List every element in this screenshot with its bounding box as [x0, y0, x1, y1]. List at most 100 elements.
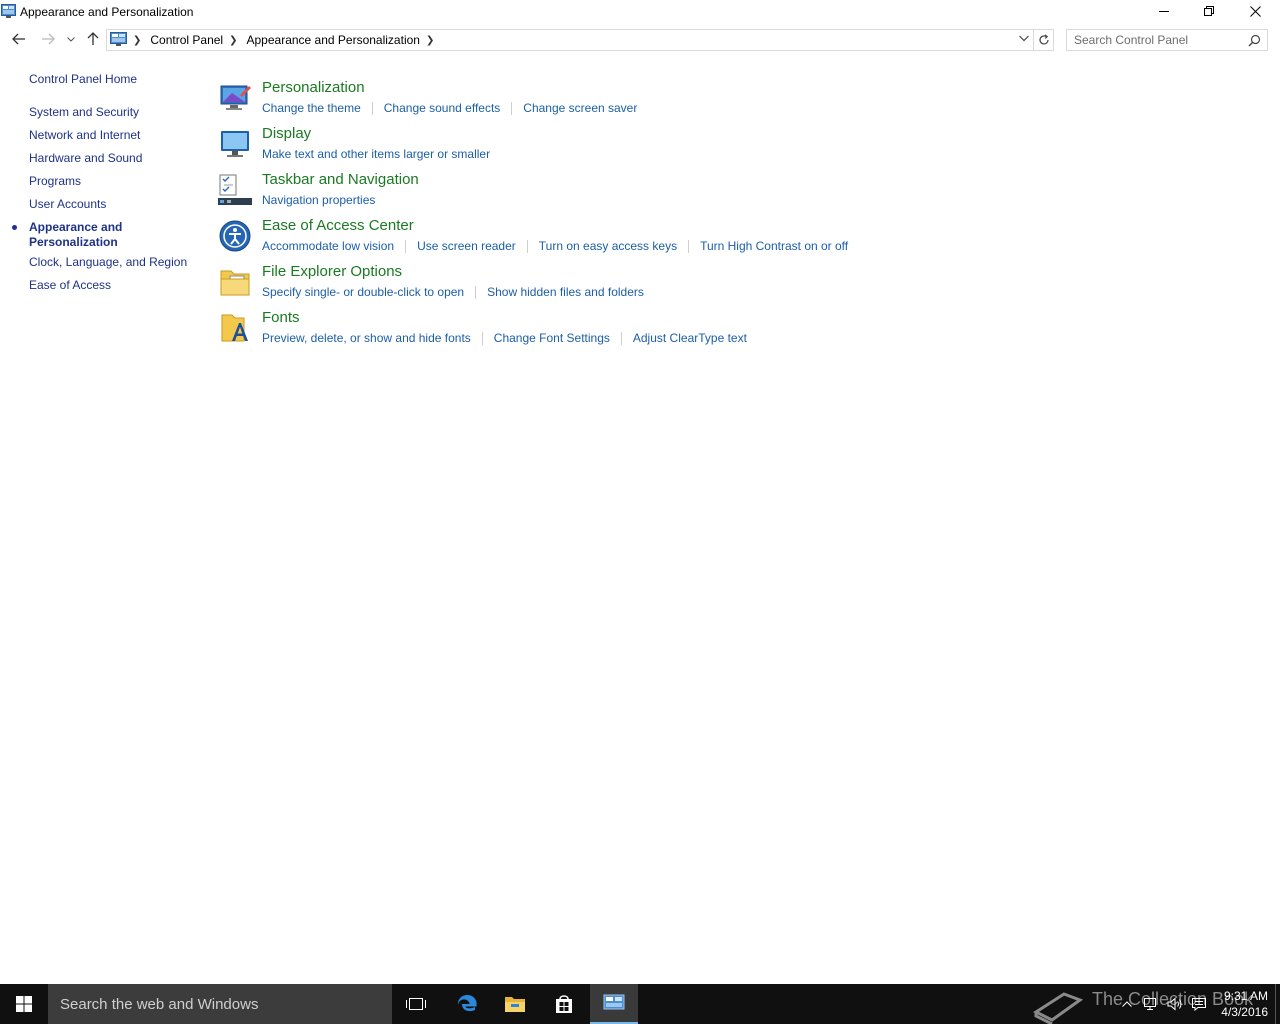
search-input[interactable]	[1067, 30, 1245, 50]
taskbar-search-box[interactable]: Search the web and Windows	[48, 984, 392, 1024]
notifications-icon	[1192, 998, 1206, 1011]
address-bar[interactable]: ❯ Control Panel ❯ Appearance and Persona…	[106, 29, 1034, 51]
store-bag-icon	[556, 995, 572, 1013]
taskbar-search-text: Search the web and Windows	[60, 996, 259, 1013]
link-divider	[405, 239, 407, 253]
back-arrow-icon	[12, 33, 25, 45]
category-taskbar-and-navigation: Taskbar and Navigation Navigation proper…	[218, 171, 918, 215]
category-title[interactable]: Display	[262, 125, 311, 142]
close-button[interactable]	[1232, 0, 1278, 22]
personalization-icon[interactable]	[218, 81, 252, 115]
folder-options-icon[interactable]	[218, 265, 252, 299]
display-icon[interactable]	[218, 127, 252, 161]
forward-arrow-icon	[42, 33, 55, 45]
windows-logo-icon	[16, 996, 32, 1012]
recent-locations-button[interactable]	[61, 28, 81, 50]
link-use-screen-reader[interactable]: Use screen reader	[417, 239, 516, 253]
taskbar-control-panel-button[interactable]	[590, 984, 638, 1024]
search-control-panel-box[interactable]	[1066, 29, 1268, 51]
fonts-icon[interactable]	[218, 311, 252, 345]
control-panel-app-icon[interactable]	[1, 4, 16, 18]
link-show-hidden-files[interactable]: Show hidden files and folders	[487, 285, 644, 299]
refresh-button[interactable]	[1034, 29, 1054, 51]
link-divider	[475, 285, 477, 299]
category-title[interactable]: Personalization	[262, 79, 365, 96]
navigation-bar: ❯ Control Panel ❯ Appearance and Persona…	[0, 28, 1280, 52]
taskbar-store-button[interactable]	[540, 984, 588, 1024]
link-preview-delete-fonts[interactable]: Preview, delete, or show and hide fonts	[262, 331, 471, 345]
link-divider	[526, 239, 528, 253]
category-links: Preview, delete, or show and hide fonts …	[262, 331, 747, 345]
close-icon	[1249, 5, 1261, 17]
current-page-bullet	[12, 225, 17, 230]
link-make-text-larger[interactable]: Make text and other items larger or smal…	[262, 147, 490, 161]
task-view-icon	[406, 998, 426, 1010]
nav-link-system-and-security[interactable]: System and Security	[29, 105, 139, 120]
breadcrumb-chevron-icon[interactable]: ❯	[426, 35, 434, 46]
show-desktop-button[interactable]	[1275, 984, 1280, 1024]
search-icon[interactable]	[1248, 34, 1261, 47]
link-change-sound-effects[interactable]: Change sound effects	[384, 101, 501, 115]
category-fonts: Fonts Preview, delete, or show and hide …	[218, 309, 918, 353]
link-change-the-theme[interactable]: Change the theme	[262, 101, 361, 115]
taskbar-file-explorer-button[interactable]	[491, 984, 539, 1024]
link-turn-high-contrast[interactable]: Turn High Contrast on or off	[700, 239, 848, 253]
chevron-up-icon	[1122, 1001, 1132, 1007]
nav-link-hardware-and-sound[interactable]: Hardware and Sound	[29, 151, 142, 166]
breadcrumb-chevron-icon[interactable]: ❯	[133, 35, 141, 46]
forward-button[interactable]	[37, 28, 59, 50]
nav-link-ease-of-access[interactable]: Ease of Access	[29, 278, 111, 293]
taskbar-clock[interactable]: 9:31 AM 4/3/2016	[1212, 988, 1268, 1020]
taskbar-icon[interactable]	[218, 173, 252, 207]
nav-link-programs[interactable]: Programs	[29, 174, 81, 189]
refresh-icon	[1038, 34, 1049, 45]
link-turn-on-easy-access-keys[interactable]: Turn on easy access keys	[539, 239, 677, 253]
control-panel-window: Appearance and Personalization ❯ Control…	[0, 0, 1280, 984]
action-center-button[interactable]	[1188, 984, 1210, 1024]
control-panel-home-link[interactable]: Control Panel Home	[29, 72, 137, 86]
network-tray-button[interactable]	[1140, 984, 1162, 1024]
taskbar-edge-button[interactable]	[443, 984, 491, 1024]
category-display: Display Make text and other items larger…	[218, 125, 918, 169]
control-panel-icon	[110, 32, 127, 46]
ease-of-access-icon[interactable]	[218, 219, 252, 253]
breadcrumb-control-panel[interactable]: Control Panel	[150, 33, 223, 47]
link-single-or-double-click[interactable]: Specify single- or double-click to open	[262, 285, 464, 299]
link-adjust-cleartype-text[interactable]: Adjust ClearType text	[633, 331, 747, 345]
start-button[interactable]	[0, 984, 48, 1024]
nav-link-network-and-internet[interactable]: Network and Internet	[29, 128, 140, 143]
nav-link-user-accounts[interactable]: User Accounts	[29, 197, 106, 212]
link-accommodate-low-vision[interactable]: Accommodate low vision	[262, 239, 394, 253]
category-links: Navigation properties	[262, 193, 375, 207]
task-view-button[interactable]	[392, 984, 440, 1024]
taskbar: Search the web and Windows The Collectio…	[0, 984, 1280, 1024]
control-panel-taskbar-icon	[603, 994, 625, 1010]
show-hidden-icons-button[interactable]	[1118, 984, 1136, 1024]
category-title[interactable]: Fonts	[262, 309, 300, 326]
category-title[interactable]: Ease of Access Center	[262, 217, 414, 234]
volume-tray-button[interactable]	[1164, 984, 1186, 1024]
category-title[interactable]: File Explorer Options	[262, 263, 402, 280]
up-button[interactable]	[82, 28, 104, 50]
link-change-screen-saver[interactable]: Change screen saver	[523, 101, 637, 115]
window-title: Appearance and Personalization	[20, 5, 194, 19]
category-title[interactable]: Taskbar and Navigation	[262, 171, 419, 188]
minimize-button[interactable]	[1141, 0, 1187, 22]
breadcrumb-appearance-and-personalization[interactable]: Appearance and Personalization	[247, 33, 420, 47]
category-links: Make text and other items larger or smal…	[262, 147, 490, 161]
title-bar: Appearance and Personalization	[0, 0, 1280, 24]
edge-browser-icon	[457, 995, 477, 1012]
back-button[interactable]	[8, 28, 30, 50]
link-navigation-properties[interactable]: Navigation properties	[262, 193, 375, 207]
nav-link-appearance-and-personalization[interactable]: Appearance and Personalization	[12, 220, 149, 250]
nav-link-clock-language-and-region[interactable]: Clock, Language, and Region	[29, 255, 187, 270]
minimize-icon	[1159, 11, 1169, 12]
category-ease-of-access-center: Ease of Access Center Accommodate low vi…	[218, 217, 918, 261]
link-change-font-settings[interactable]: Change Font Settings	[494, 331, 610, 345]
network-icon	[1144, 998, 1156, 1010]
breadcrumb: ❯ Control Panel ❯ Appearance and Persona…	[131, 33, 443, 47]
address-dropdown-icon[interactable]	[1019, 35, 1029, 42]
category-file-explorer-options: File Explorer Options Specify single- or…	[218, 263, 918, 307]
breadcrumb-chevron-icon[interactable]: ❯	[229, 35, 237, 46]
restore-button[interactable]	[1186, 0, 1232, 22]
